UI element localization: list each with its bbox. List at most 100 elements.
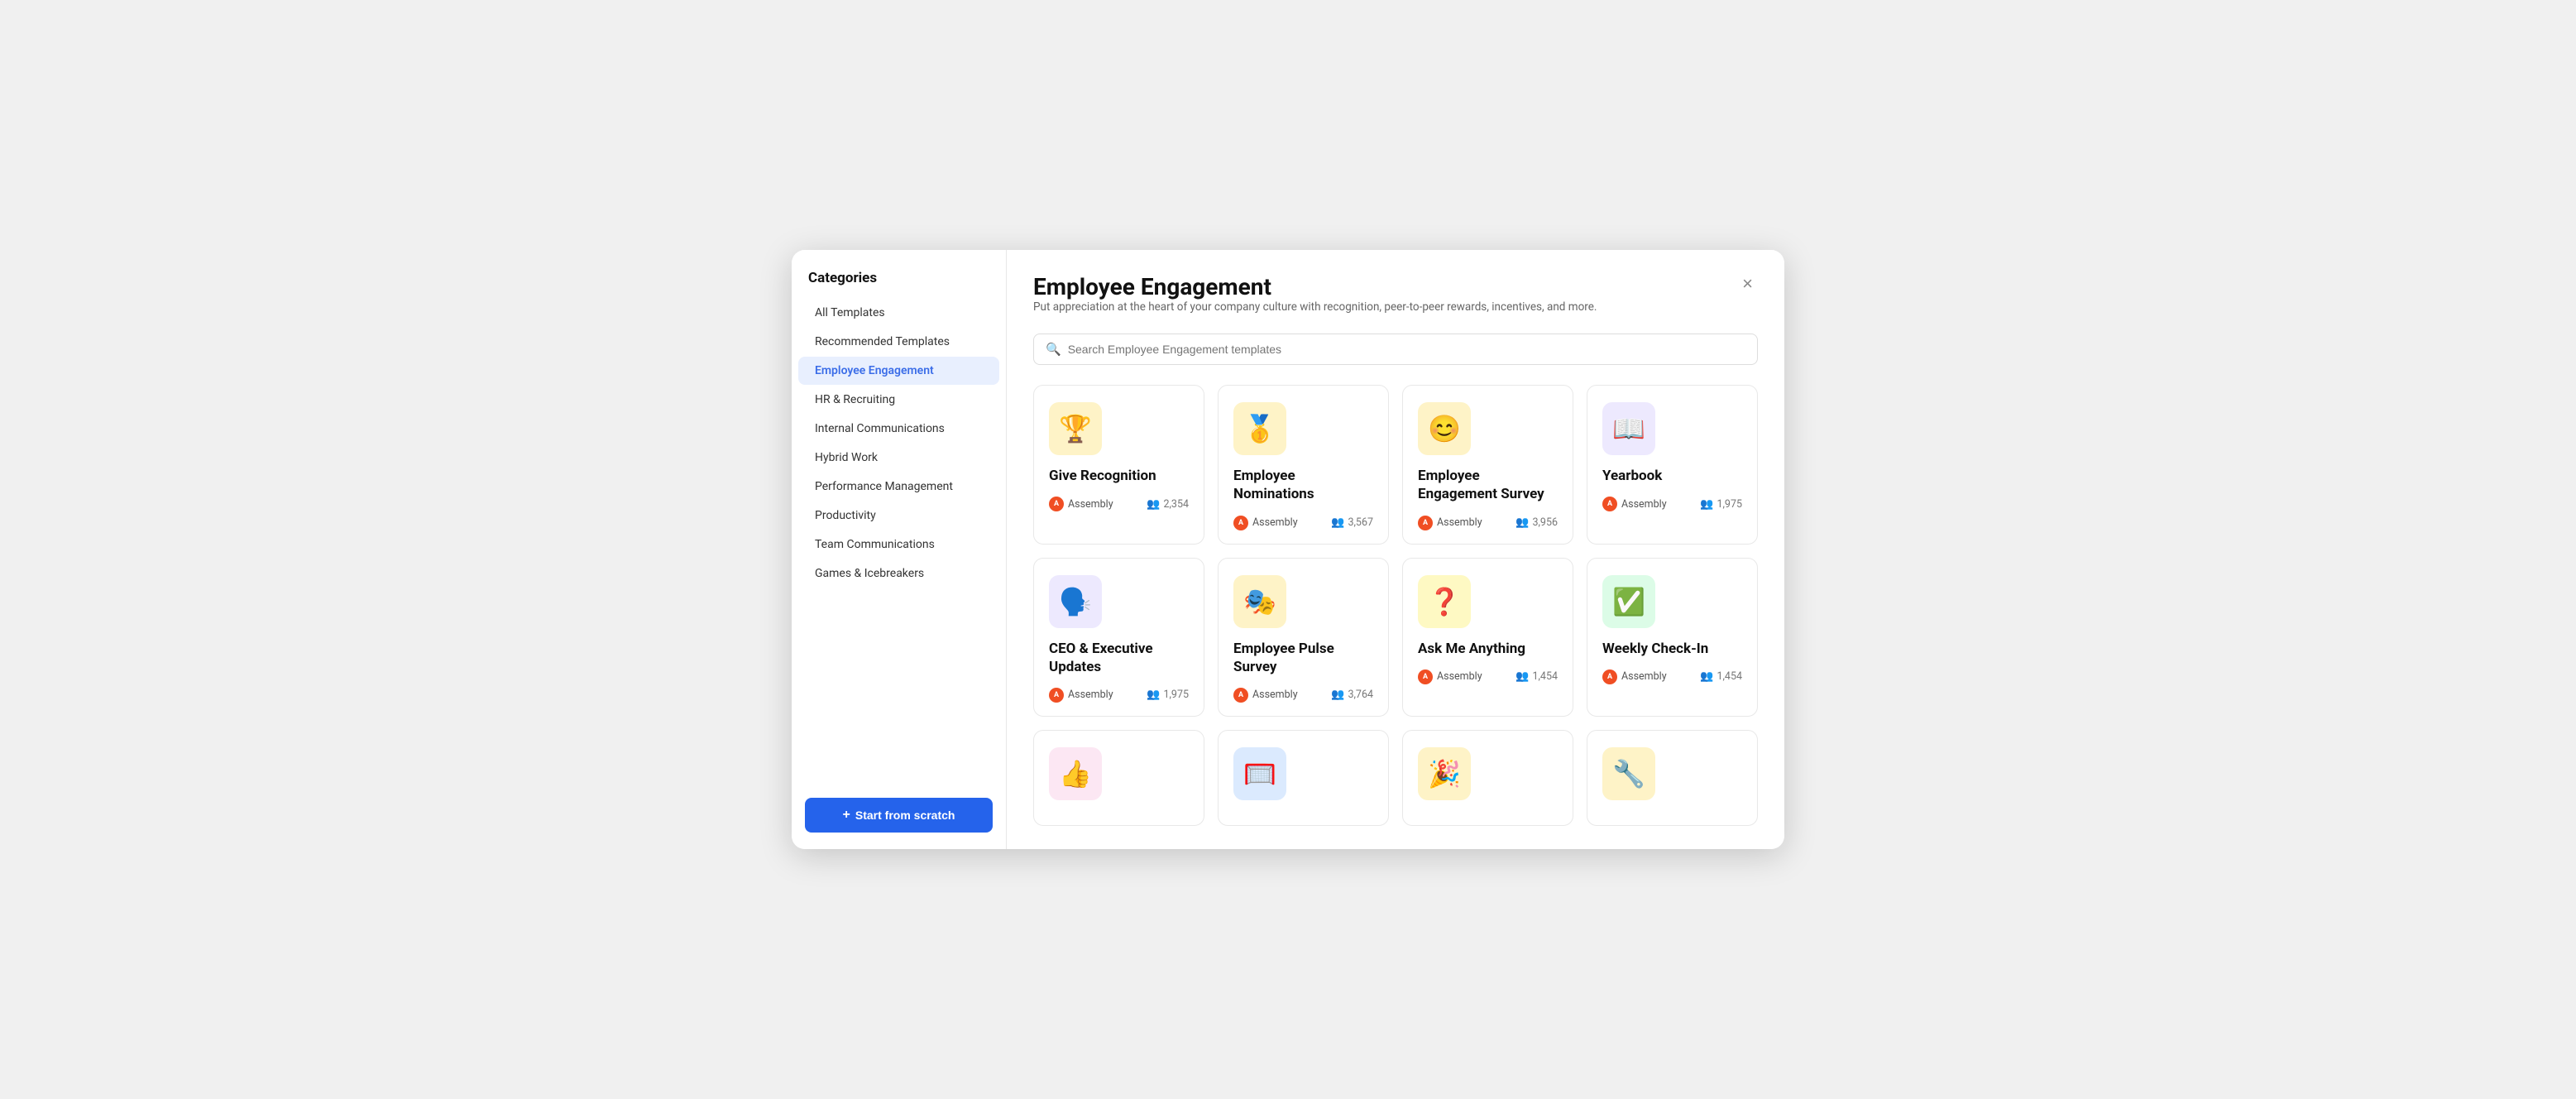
template-name-ceo-executive-updates: CEO & Executive Updates <box>1049 640 1189 676</box>
template-provider-yearbook: AAssembly <box>1602 497 1667 511</box>
templates-grid: 🏆Give RecognitionAAssembly👥2,354🥇Employe… <box>1033 385 1758 825</box>
sidebar-item-performance-management[interactable]: Performance Management <box>798 473 999 501</box>
template-provider-weekly-check-in: A Assembly <box>1602 669 1667 684</box>
provider-label: Assembly <box>1437 516 1482 529</box>
users-icon: 👥 <box>1700 670 1713 683</box>
template-card-weekly-check-in[interactable]: ✅ Weekly Check-In A Assembly 👥1,454 <box>1587 558 1758 717</box>
template-card-partial-3: 🎉 <box>1402 730 1573 826</box>
template-icon-employee-pulse-survey: 🎭 <box>1233 575 1286 628</box>
template-icon-ask-me-anything: ❓ <box>1418 575 1471 628</box>
users-icon: 👥 <box>1147 689 1160 701</box>
template-name-yearbook: Yearbook <box>1602 467 1742 485</box>
sidebar-item-recommended-templates[interactable]: Recommended Templates <box>798 328 999 356</box>
users-icon: 👥 <box>1700 498 1713 511</box>
page-title: Employee Engagement <box>1033 273 1597 300</box>
count-value: 3,567 <box>1348 516 1373 529</box>
close-button[interactable]: × <box>1737 273 1758 295</box>
template-icon-weekly-check-in: ✅ <box>1602 575 1655 628</box>
template-icon-employee-nominations: 🥇 <box>1233 402 1286 455</box>
template-icon-give-recognition: 🏆 <box>1049 402 1102 455</box>
provider-label: Assembly <box>1437 670 1482 683</box>
count-value: 3,764 <box>1348 689 1373 701</box>
provider-label: Assembly <box>1621 670 1667 683</box>
template-card-give-recognition[interactable]: 🏆 Give Recognition A Assembly 👥2,354 <box>1033 385 1204 544</box>
template-name-give-recognition: Give Recognition <box>1049 467 1189 485</box>
assembly-icon: A <box>1049 688 1064 703</box>
template-card-partial-1: 👍 <box>1033 730 1204 826</box>
sidebar-item-employee-engagement[interactable]: Employee Engagement <box>798 357 999 385</box>
template-provider-ceo-executive-updates: AAssembly <box>1049 688 1113 703</box>
template-icon-employee-engagement-survey: 😊 <box>1418 402 1471 455</box>
template-provider-employee-nominations: AAssembly <box>1233 516 1298 530</box>
template-count-ask-me-anything: 👥1,454 <box>1515 670 1558 683</box>
categories-title: Categories <box>792 270 1006 298</box>
count-value: 2,354 <box>1163 498 1189 511</box>
template-name-employee-nominations: Employee Nominations <box>1233 467 1373 503</box>
assembly-icon: A <box>1418 669 1433 684</box>
sidebar-item-team-communications[interactable]: Team Communications <box>798 530 999 559</box>
template-icon-partial-3: 🎉 <box>1418 747 1471 800</box>
sidebar: Categories All TemplatesRecommended Temp… <box>792 250 1007 848</box>
template-card-employee-nominations[interactable]: 🥇 Employee Nominations AAssembly 👥 3,567 <box>1218 385 1389 544</box>
assembly-icon: A <box>1233 688 1248 703</box>
users-icon: 👥 <box>1331 689 1344 701</box>
modal: Categories All TemplatesRecommended Temp… <box>792 250 1784 848</box>
template-card-partial-4: 🔧 <box>1587 730 1758 826</box>
template-meta-ask-me-anything: A Assembly 👥1,454 <box>1418 669 1558 684</box>
assembly-icon: A <box>1418 516 1433 530</box>
sidebar-item-internal-communications[interactable]: Internal Communications <box>798 415 999 443</box>
template-card-employee-pulse-survey[interactable]: 🎭Employee Pulse SurveyAAssembly👥3,764 <box>1218 558 1389 717</box>
count-value: 1,975 <box>1717 498 1742 511</box>
template-icon-yearbook: 📖 <box>1602 402 1655 455</box>
provider-label: Assembly <box>1252 689 1298 701</box>
template-icon-partial-1: 👍 <box>1049 747 1102 800</box>
template-card-partial-2: 🥅 <box>1218 730 1389 826</box>
template-count-ceo-executive-updates: 👥1,975 <box>1147 689 1189 701</box>
template-meta-yearbook: AAssembly 👥 1,975 <box>1602 497 1742 511</box>
main-header: Employee Engagement Put appreciation at … <box>1033 273 1758 329</box>
users-icon: 👥 <box>1331 516 1344 529</box>
template-count-weekly-check-in: 👥1,454 <box>1700 670 1742 683</box>
sidebar-bottom: + Start from scratch <box>792 788 1006 833</box>
users-icon: 👥 <box>1147 498 1160 511</box>
template-count-give-recognition: 👥2,354 <box>1147 498 1189 511</box>
template-provider-employee-engagement-survey: A Assembly <box>1418 516 1482 530</box>
users-icon: 👥 <box>1515 516 1529 529</box>
template-icon-partial-2: 🥅 <box>1233 747 1286 800</box>
search-bar: 🔍 <box>1033 334 1758 365</box>
template-count-employee-pulse-survey: 👥 3,764 <box>1331 689 1373 701</box>
users-icon: 👥 <box>1515 670 1529 683</box>
template-meta-weekly-check-in: A Assembly 👥1,454 <box>1602 669 1742 684</box>
template-provider-give-recognition: A Assembly <box>1049 497 1113 511</box>
plus-icon: + <box>843 808 850 823</box>
template-card-employee-engagement-survey[interactable]: 😊 Employee Engagement Survey A Assembly 👥3,9… <box>1402 385 1573 544</box>
sidebar-item-productivity[interactable]: Productivity <box>798 502 999 530</box>
search-input[interactable] <box>1068 343 1745 356</box>
template-count-employee-engagement-survey: 👥3,956 <box>1515 516 1558 529</box>
template-meta-ceo-executive-updates: AAssembly 👥1,975 <box>1049 688 1189 703</box>
template-meta-employee-pulse-survey: A Assembly 👥 3,764 <box>1233 688 1373 703</box>
start-from-scratch-button[interactable]: + Start from scratch <box>805 798 993 833</box>
template-name-employee-engagement-survey: Employee Engagement Survey <box>1418 467 1558 503</box>
template-card-yearbook[interactable]: 📖 Yearbook AAssembly 👥 1,975 <box>1587 385 1758 544</box>
template-name-weekly-check-in: Weekly Check-In <box>1602 640 1742 658</box>
provider-label: Assembly <box>1252 516 1298 529</box>
sidebar-item-hr-recruiting[interactable]: HR & Recruiting <box>798 386 999 414</box>
page-subtitle: Put appreciation at the heart of your co… <box>1033 300 1597 314</box>
template-meta-employee-nominations: AAssembly 👥 3,567 <box>1233 516 1373 530</box>
assembly-icon: A <box>1049 497 1064 511</box>
template-card-ceo-executive-updates[interactable]: 🗣️CEO & Executive UpdatesAAssembly👥1,975 <box>1033 558 1204 717</box>
sidebar-item-games-icebreakers[interactable]: Games & Icebreakers <box>798 559 999 588</box>
template-icon-partial-4: 🔧 <box>1602 747 1655 800</box>
sidebar-item-hybrid-work[interactable]: Hybrid Work <box>798 444 999 472</box>
assembly-icon: A <box>1602 669 1617 684</box>
provider-label: Assembly <box>1068 498 1113 511</box>
template-provider-employee-pulse-survey: A Assembly <box>1233 688 1298 703</box>
template-card-ask-me-anything[interactable]: ❓Ask Me AnythingAAssembly👥1,454 <box>1402 558 1573 717</box>
sidebar-item-all-templates[interactable]: All Templates <box>798 299 999 327</box>
template-provider-ask-me-anything: A Assembly <box>1418 669 1482 684</box>
start-scratch-label: Start from scratch <box>855 809 955 822</box>
search-icon: 🔍 <box>1046 342 1061 357</box>
template-count-yearbook: 👥 1,975 <box>1700 498 1742 511</box>
main-content: Employee Engagement Put appreciation at … <box>1007 250 1784 848</box>
